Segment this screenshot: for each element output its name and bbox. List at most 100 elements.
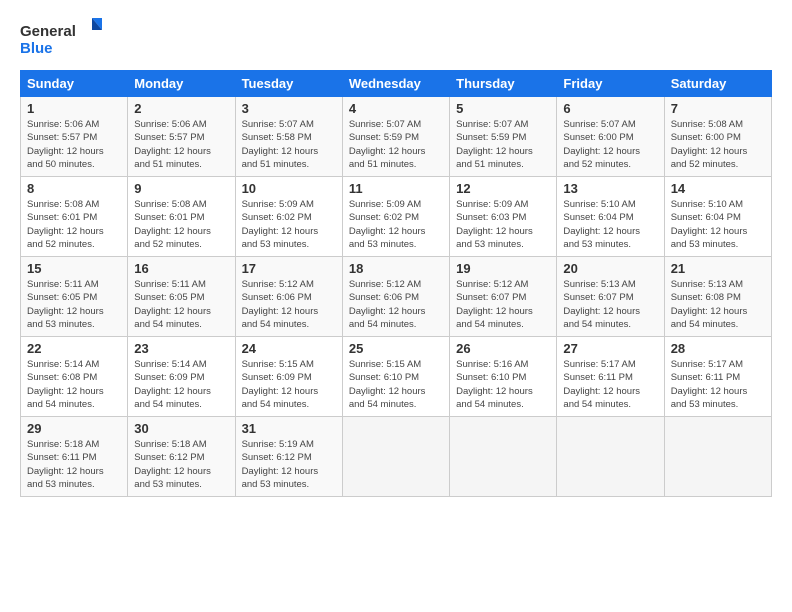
day-number: 4 [349, 101, 443, 116]
day-info: Sunrise: 5:15 AM Sunset: 6:09 PM Dayligh… [242, 358, 336, 411]
calendar-cell: 21 Sunrise: 5:13 AM Sunset: 6:08 PM Dayli… [664, 257, 771, 337]
day-info: Sunrise: 5:09 AM Sunset: 6:02 PM Dayligh… [349, 198, 443, 251]
day-info: Sunrise: 5:14 AM Sunset: 6:08 PM Dayligh… [27, 358, 121, 411]
calendar-cell: 29 Sunrise: 5:18 AM Sunset: 6:11 PM Dayli… [21, 417, 128, 497]
day-info: Sunrise: 5:11 AM Sunset: 6:05 PM Dayligh… [27, 278, 121, 331]
day-number: 3 [242, 101, 336, 116]
calendar-cell: 6 Sunrise: 5:07 AM Sunset: 6:00 PM Daylig… [557, 97, 664, 177]
calendar-cell: 28 Sunrise: 5:17 AM Sunset: 6:11 PM Dayli… [664, 337, 771, 417]
day-info: Sunrise: 5:19 AM Sunset: 6:12 PM Dayligh… [242, 438, 336, 491]
day-number: 6 [563, 101, 657, 116]
day-number: 5 [456, 101, 550, 116]
calendar-week-5: 29 Sunrise: 5:18 AM Sunset: 6:11 PM Dayli… [21, 417, 772, 497]
calendar-cell: 7 Sunrise: 5:08 AM Sunset: 6:00 PM Daylig… [664, 97, 771, 177]
calendar-table: SundayMondayTuesdayWednesdayThursdayFrid… [20, 70, 772, 497]
calendar-cell: 22 Sunrise: 5:14 AM Sunset: 6:08 PM Dayli… [21, 337, 128, 417]
calendar-cell: 20 Sunrise: 5:13 AM Sunset: 6:07 PM Dayli… [557, 257, 664, 337]
day-number: 23 [134, 341, 228, 356]
day-number: 18 [349, 261, 443, 276]
day-info: Sunrise: 5:17 AM Sunset: 6:11 PM Dayligh… [563, 358, 657, 411]
day-number: 7 [671, 101, 765, 116]
calendar-cell: 2 Sunrise: 5:06 AM Sunset: 5:57 PM Daylig… [128, 97, 235, 177]
calendar-cell: 12Sunrise: 5:09 AM Sunset: 6:03 PM Dayli… [450, 177, 557, 257]
day-info: Sunrise: 5:12 AM Sunset: 6:06 PM Dayligh… [349, 278, 443, 331]
day-info: Sunrise: 5:08 AM Sunset: 6:00 PM Dayligh… [671, 118, 765, 171]
day-info: Sunrise: 5:15 AM Sunset: 6:10 PM Dayligh… [349, 358, 443, 411]
day-number: 11 [349, 181, 443, 196]
day-info: Sunrise: 5:09 AM Sunset: 6:02 PM Dayligh… [242, 198, 336, 251]
calendar-body: 1 Sunrise: 5:06 AM Sunset: 5:57 PM Daylig… [21, 97, 772, 497]
calendar-cell: 27 Sunrise: 5:17 AM Sunset: 6:11 PM Dayli… [557, 337, 664, 417]
calendar-cell: 13Sunrise: 5:10 AM Sunset: 6:04 PM Dayli… [557, 177, 664, 257]
day-info: Sunrise: 5:13 AM Sunset: 6:08 PM Dayligh… [671, 278, 765, 331]
calendar-cell: 5 Sunrise: 5:07 AM Sunset: 5:59 PM Daylig… [450, 97, 557, 177]
day-info: Sunrise: 5:08 AM Sunset: 6:01 PM Dayligh… [134, 198, 228, 251]
calendar-cell: 18 Sunrise: 5:12 AM Sunset: 6:06 PM Dayli… [342, 257, 449, 337]
day-number: 31 [242, 421, 336, 436]
day-number: 28 [671, 341, 765, 356]
day-info: Sunrise: 5:06 AM Sunset: 5:57 PM Dayligh… [134, 118, 228, 171]
day-number: 27 [563, 341, 657, 356]
day-number: 9 [134, 181, 228, 196]
day-number: 1 [27, 101, 121, 116]
calendar-cell: 11 Sunrise: 5:09 AM Sunset: 6:02 PM Dayli… [342, 177, 449, 257]
calendar-cell: 19Sunrise: 5:12 AM Sunset: 6:07 PM Dayli… [450, 257, 557, 337]
day-info: Sunrise: 5:10 AM Sunset: 6:04 PM Dayligh… [563, 198, 657, 251]
day-info: Sunrise: 5:08 AM Sunset: 6:01 PM Dayligh… [27, 198, 121, 251]
day-number: 19 [456, 261, 550, 276]
day-info: Sunrise: 5:07 AM Sunset: 6:00 PM Dayligh… [563, 118, 657, 171]
weekday-wednesday: Wednesday [342, 71, 449, 97]
calendar-cell: 15 Sunrise: 5:11 AM Sunset: 6:05 PM Dayli… [21, 257, 128, 337]
day-number: 8 [27, 181, 121, 196]
page: GeneralBlue SundayMondayTuesdayWednesday… [0, 0, 792, 612]
day-number: 15 [27, 261, 121, 276]
calendar-cell: 8 Sunrise: 5:08 AM Sunset: 6:01 PM Daylig… [21, 177, 128, 257]
calendar-cell [342, 417, 449, 497]
day-info: Sunrise: 5:12 AM Sunset: 6:06 PM Dayligh… [242, 278, 336, 331]
calendar-cell: 26Sunrise: 5:16 AM Sunset: 6:10 PM Dayli… [450, 337, 557, 417]
calendar-cell: 16 Sunrise: 5:11 AM Sunset: 6:05 PM Dayli… [128, 257, 235, 337]
calendar-cell [557, 417, 664, 497]
day-number: 10 [242, 181, 336, 196]
day-number: 22 [27, 341, 121, 356]
day-number: 2 [134, 101, 228, 116]
day-number: 16 [134, 261, 228, 276]
calendar-cell: 10 Sunrise: 5:09 AM Sunset: 6:02 PM Dayli… [235, 177, 342, 257]
logo: GeneralBlue [20, 18, 110, 60]
header: GeneralBlue [20, 18, 772, 60]
calendar-cell: 17Sunrise: 5:12 AM Sunset: 6:06 PM Dayli… [235, 257, 342, 337]
day-info: Sunrise: 5:17 AM Sunset: 6:11 PM Dayligh… [671, 358, 765, 411]
weekday-header-row: SundayMondayTuesdayWednesdayThursdayFrid… [21, 71, 772, 97]
weekday-thursday: Thursday [450, 71, 557, 97]
calendar-cell: 24Sunrise: 5:15 AM Sunset: 6:09 PM Dayli… [235, 337, 342, 417]
logo-svg: GeneralBlue [20, 18, 110, 60]
day-info: Sunrise: 5:07 AM Sunset: 5:58 PM Dayligh… [242, 118, 336, 171]
day-info: Sunrise: 5:06 AM Sunset: 5:57 PM Dayligh… [27, 118, 121, 171]
day-number: 12 [456, 181, 550, 196]
weekday-sunday: Sunday [21, 71, 128, 97]
calendar-cell [664, 417, 771, 497]
day-number: 30 [134, 421, 228, 436]
day-info: Sunrise: 5:18 AM Sunset: 6:12 PM Dayligh… [134, 438, 228, 491]
day-number: 14 [671, 181, 765, 196]
calendar-week-2: 8 Sunrise: 5:08 AM Sunset: 6:01 PM Daylig… [21, 177, 772, 257]
calendar-cell: 30 Sunrise: 5:18 AM Sunset: 6:12 PM Dayli… [128, 417, 235, 497]
calendar-cell: 3 Sunrise: 5:07 AM Sunset: 5:58 PM Daylig… [235, 97, 342, 177]
calendar-cell: 23 Sunrise: 5:14 AM Sunset: 6:09 PM Dayli… [128, 337, 235, 417]
calendar-cell: 4Sunrise: 5:07 AM Sunset: 5:59 PM Daylig… [342, 97, 449, 177]
svg-text:Blue: Blue [20, 40, 53, 57]
calendar-cell [450, 417, 557, 497]
day-info: Sunrise: 5:07 AM Sunset: 5:59 PM Dayligh… [456, 118, 550, 171]
calendar-week-4: 22 Sunrise: 5:14 AM Sunset: 6:08 PM Dayli… [21, 337, 772, 417]
calendar-week-1: 1 Sunrise: 5:06 AM Sunset: 5:57 PM Daylig… [21, 97, 772, 177]
svg-text:General: General [20, 23, 76, 40]
day-info: Sunrise: 5:18 AM Sunset: 6:11 PM Dayligh… [27, 438, 121, 491]
weekday-monday: Monday [128, 71, 235, 97]
day-number: 21 [671, 261, 765, 276]
day-info: Sunrise: 5:13 AM Sunset: 6:07 PM Dayligh… [563, 278, 657, 331]
day-number: 29 [27, 421, 121, 436]
calendar-week-3: 15 Sunrise: 5:11 AM Sunset: 6:05 PM Dayli… [21, 257, 772, 337]
day-info: Sunrise: 5:14 AM Sunset: 6:09 PM Dayligh… [134, 358, 228, 411]
day-info: Sunrise: 5:11 AM Sunset: 6:05 PM Dayligh… [134, 278, 228, 331]
day-number: 20 [563, 261, 657, 276]
